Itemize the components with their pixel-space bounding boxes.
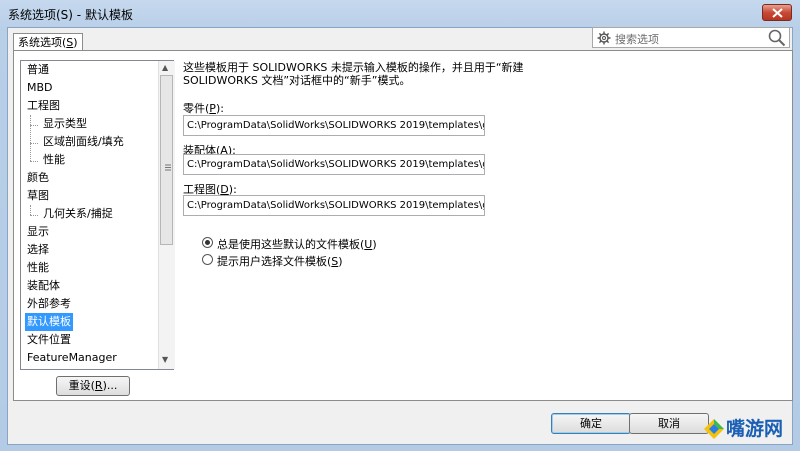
description-line-1: 这些模板用于 SOLIDWORKS 未提示输入模板的操作，并且用于“新建 [183, 61, 524, 74]
tree-item-file-locations[interactable]: 文件位置 [25, 331, 73, 349]
tree-item-external-references[interactable]: 外部参考 [25, 295, 73, 313]
radio-prompt-prefix: 提示用户选择文件模板( [217, 255, 332, 268]
part-template-field[interactable]: C:\ProgramData\SolidWorks\SOLIDWORKS 201… [183, 115, 485, 136]
tree-connector [30, 205, 31, 215]
templates-description: 这些模板用于 SOLIDWORKS 未提示输入模板的操作，并且用于“新建 SOL… [183, 61, 583, 87]
tree-item-drawing-performance[interactable]: 性能 [41, 151, 67, 169]
tree-connector [30, 115, 31, 161]
scroll-up-arrow-icon[interactable]: ▲ [162, 63, 168, 72]
radio-always-label: 总是使用这些默认的文件模板(U) [217, 236, 377, 252]
tree-item-area-hatch[interactable]: 区域剖面线/填充 [41, 133, 126, 151]
options-tree[interactable]: 普通 MBD 工程图 显示类型 区域剖面线/填充 性能 颜色 草图 几何关系/捕… [20, 60, 174, 370]
search-input[interactable]: 搜索选项 [592, 27, 790, 48]
reset-button[interactable]: 重设(R)... [56, 376, 130, 396]
radio-always-circle[interactable] [202, 237, 213, 248]
radio-prompt-circle[interactable] [202, 254, 213, 265]
reset-label-suffix: )... [102, 379, 118, 392]
tree-connector [30, 125, 38, 126]
tab-label-prefix: 系统选项( [18, 36, 67, 49]
close-button[interactable] [762, 4, 792, 21]
tree-item-drawings[interactable]: 工程图 [25, 97, 62, 115]
tree-connector [30, 161, 38, 162]
scroll-down-arrow-icon[interactable]: ▼ [162, 355, 168, 364]
tab-label-suffix: ) [73, 36, 78, 49]
tree-item-default-templates[interactable]: 默认模板 [25, 313, 73, 331]
tree-item-display-style[interactable]: 显示类型 [41, 115, 89, 133]
close-icon [772, 8, 783, 18]
watermark-logo: 嘴游网 [700, 410, 800, 448]
gear-icon [597, 31, 611, 45]
tree-scrollbar[interactable]: ▲ ▼ [158, 61, 175, 369]
assembly-template-field[interactable]: C:\ProgramData\SolidWorks\SOLIDWORKS 201… [183, 154, 485, 175]
reset-label-prefix: 重设( [68, 379, 95, 392]
watermark-emblem-icon [704, 419, 724, 439]
ok-button[interactable]: 确定 [551, 413, 631, 434]
tree-item-display[interactable]: 显示 [25, 223, 51, 241]
cancel-button[interactable]: 取消 [629, 413, 709, 434]
part-label-suffix: ): [215, 102, 224, 115]
tree-connector [30, 143, 38, 144]
title-bar[interactable]: 系统选项(S) - 默认模板 [0, 0, 800, 26]
radio-selected-dot [205, 240, 210, 245]
tree-item-performance[interactable]: 性能 [25, 259, 51, 277]
radio-always-prefix: 总是使用这些默认的文件模板( [217, 238, 365, 251]
search-placeholder: 搜索选项 [615, 33, 659, 46]
tree-item-sketch[interactable]: 草图 [25, 187, 51, 205]
radio-prompt-label: 提示用户选择文件模板(S) [217, 253, 343, 269]
tree-item-relations-snaps[interactable]: 几何关系/捕捉 [41, 205, 115, 223]
window-title: 系统选项(S) - 默认模板 [8, 8, 133, 22]
grip-icon [165, 164, 171, 171]
dialog-window: 系统选项(S) - 默认模板 系统选项(S) 搜索选项 普通 MBD 工程图 显… [0, 0, 800, 451]
tree-item-selection[interactable]: 选择 [25, 241, 51, 259]
tree-item-assemblies[interactable]: 装配体 [25, 277, 62, 295]
watermark-text: 嘴游网 [726, 418, 784, 440]
tree-item-mbd[interactable]: MBD [25, 79, 55, 97]
part-template-label: 零件(P): [183, 100, 224, 116]
radio-always-suffix: ) [372, 238, 377, 251]
tree-item-featuremanager[interactable]: FeatureManager [25, 349, 119, 367]
drawing-template-field[interactable]: C:\ProgramData\SolidWorks\SOLIDWORKS 201… [183, 195, 485, 216]
description-line-2: SOLIDWORKS 文档”对话框中的“新手”模式。 [183, 74, 411, 87]
search-icon[interactable] [768, 29, 786, 47]
part-label-prefix: 零件( [183, 102, 210, 115]
radio-prompt-suffix: ) [338, 255, 343, 268]
tree-item-general[interactable]: 普通 [25, 61, 51, 79]
tab-system-options[interactable]: 系统选项(S) [13, 33, 83, 51]
tree-connector [30, 215, 38, 216]
part-label-key: P [209, 102, 216, 115]
tree-item-colors[interactable]: 颜色 [25, 169, 51, 187]
reset-label-key: R [94, 379, 103, 392]
scrollbar-thumb[interactable] [160, 75, 173, 245]
